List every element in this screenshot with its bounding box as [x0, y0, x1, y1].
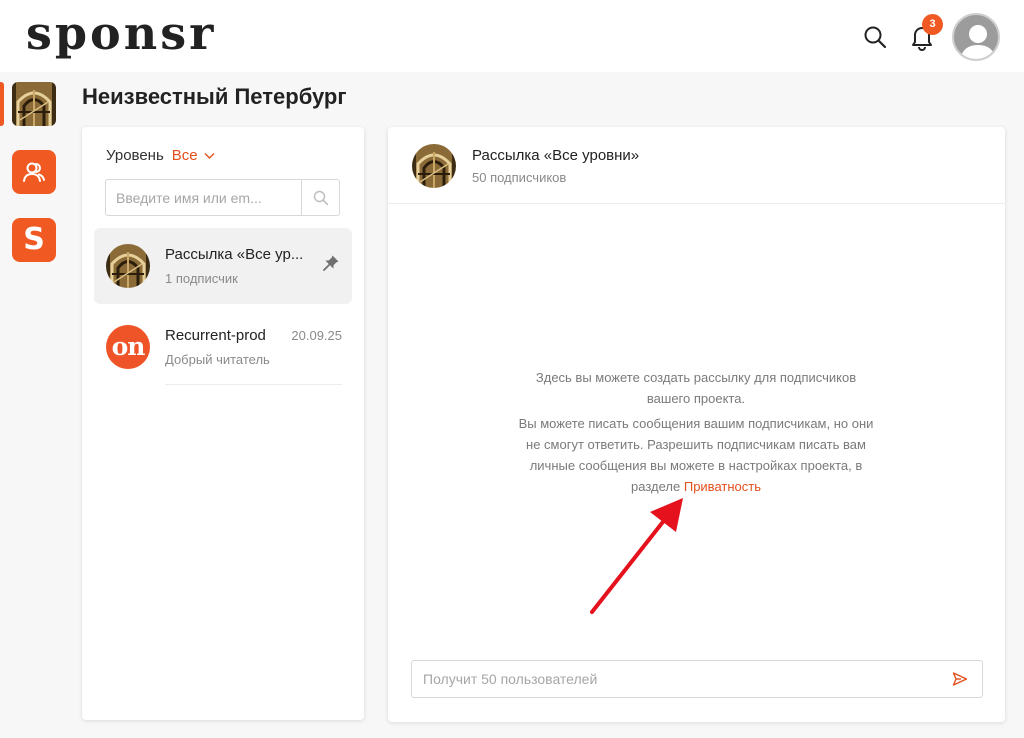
send-button[interactable] — [938, 661, 982, 697]
users-icon — [23, 162, 45, 182]
compose-box — [411, 660, 983, 698]
chat-header: Рассылка «Все уровни» 50 подписчиков — [388, 127, 1005, 204]
sponsr-s-icon: S — [23, 222, 45, 257]
sidebar-subscriptions-button[interactable] — [12, 150, 56, 194]
recurrent-logo: on — [106, 325, 150, 369]
chat-subtitle: 50 подписчиков — [472, 170, 567, 185]
search-icon[interactable] — [862, 24, 888, 50]
chat-panel: Рассылка «Все уровни» 50 подписчиков Зде… — [388, 127, 1005, 722]
sidebar-project-avatar[interactable] — [12, 82, 56, 126]
conversation-list-panel: Уровень Все Рассылка «Все ур... 1 подпис… — [82, 127, 364, 720]
sidebar-active-indicator — [0, 82, 4, 126]
top-header: sponsr 3 — [0, 0, 1024, 72]
chat-title: Рассылка «Все уровни» — [472, 147, 640, 164]
conversation-avatar: on — [106, 325, 150, 369]
level-value[interactable]: Все — [172, 147, 198, 164]
user-avatar[interactable] — [952, 13, 1000, 61]
sponsr-logo[interactable]: sponsr — [26, 6, 216, 60]
conversation-item[interactable]: Рассылка «Все ур... 1 подписчик — [94, 228, 352, 304]
sidebar-sponsr-button[interactable]: S — [12, 218, 56, 262]
page-title: Неизвестный Петербург — [82, 84, 347, 109]
member-search-button[interactable] — [301, 180, 339, 215]
member-search-input[interactable] — [106, 180, 301, 215]
user-silhouette-icon — [960, 25, 996, 59]
project-image — [12, 82, 56, 126]
message-input[interactable] — [412, 671, 938, 687]
chevron-down-icon[interactable] — [204, 152, 215, 160]
conversation-subtitle: Добрый читатель — [165, 352, 270, 367]
level-filter[interactable]: Уровень Все — [106, 147, 215, 164]
conversation-subtitle: 1 подписчик — [165, 271, 238, 286]
conversation-date: 20.09.25 — [291, 328, 342, 343]
member-search — [105, 179, 340, 216]
project-image — [106, 244, 150, 288]
project-image — [412, 144, 456, 188]
pin-icon[interactable] — [322, 254, 340, 272]
annotation-arrow-icon — [590, 498, 683, 614]
conversation-item[interactable]: on Recurrent-prod 20.09.25 Добрый читате… — [94, 309, 352, 385]
notification-badge: 3 — [922, 14, 943, 35]
conversation-title: Рассылка «Все ур... — [165, 246, 304, 263]
send-icon — [952, 672, 968, 686]
chat-avatar — [412, 144, 456, 188]
info-text-1: Здесь вы можете создать рассылку для под… — [535, 370, 857, 406]
broadcast-info: Здесь вы можете создать рассылку для под… — [516, 367, 876, 497]
divider — [165, 384, 342, 385]
conversation-avatar — [106, 244, 150, 288]
search-icon — [313, 190, 328, 205]
info-text-2: Вы можете писать сообщения вашим подписч… — [516, 413, 876, 497]
level-label: Уровень — [106, 147, 164, 164]
conversation-title: Recurrent-prod — [165, 327, 266, 344]
privacy-link[interactable]: Приватность — [684, 479, 761, 494]
